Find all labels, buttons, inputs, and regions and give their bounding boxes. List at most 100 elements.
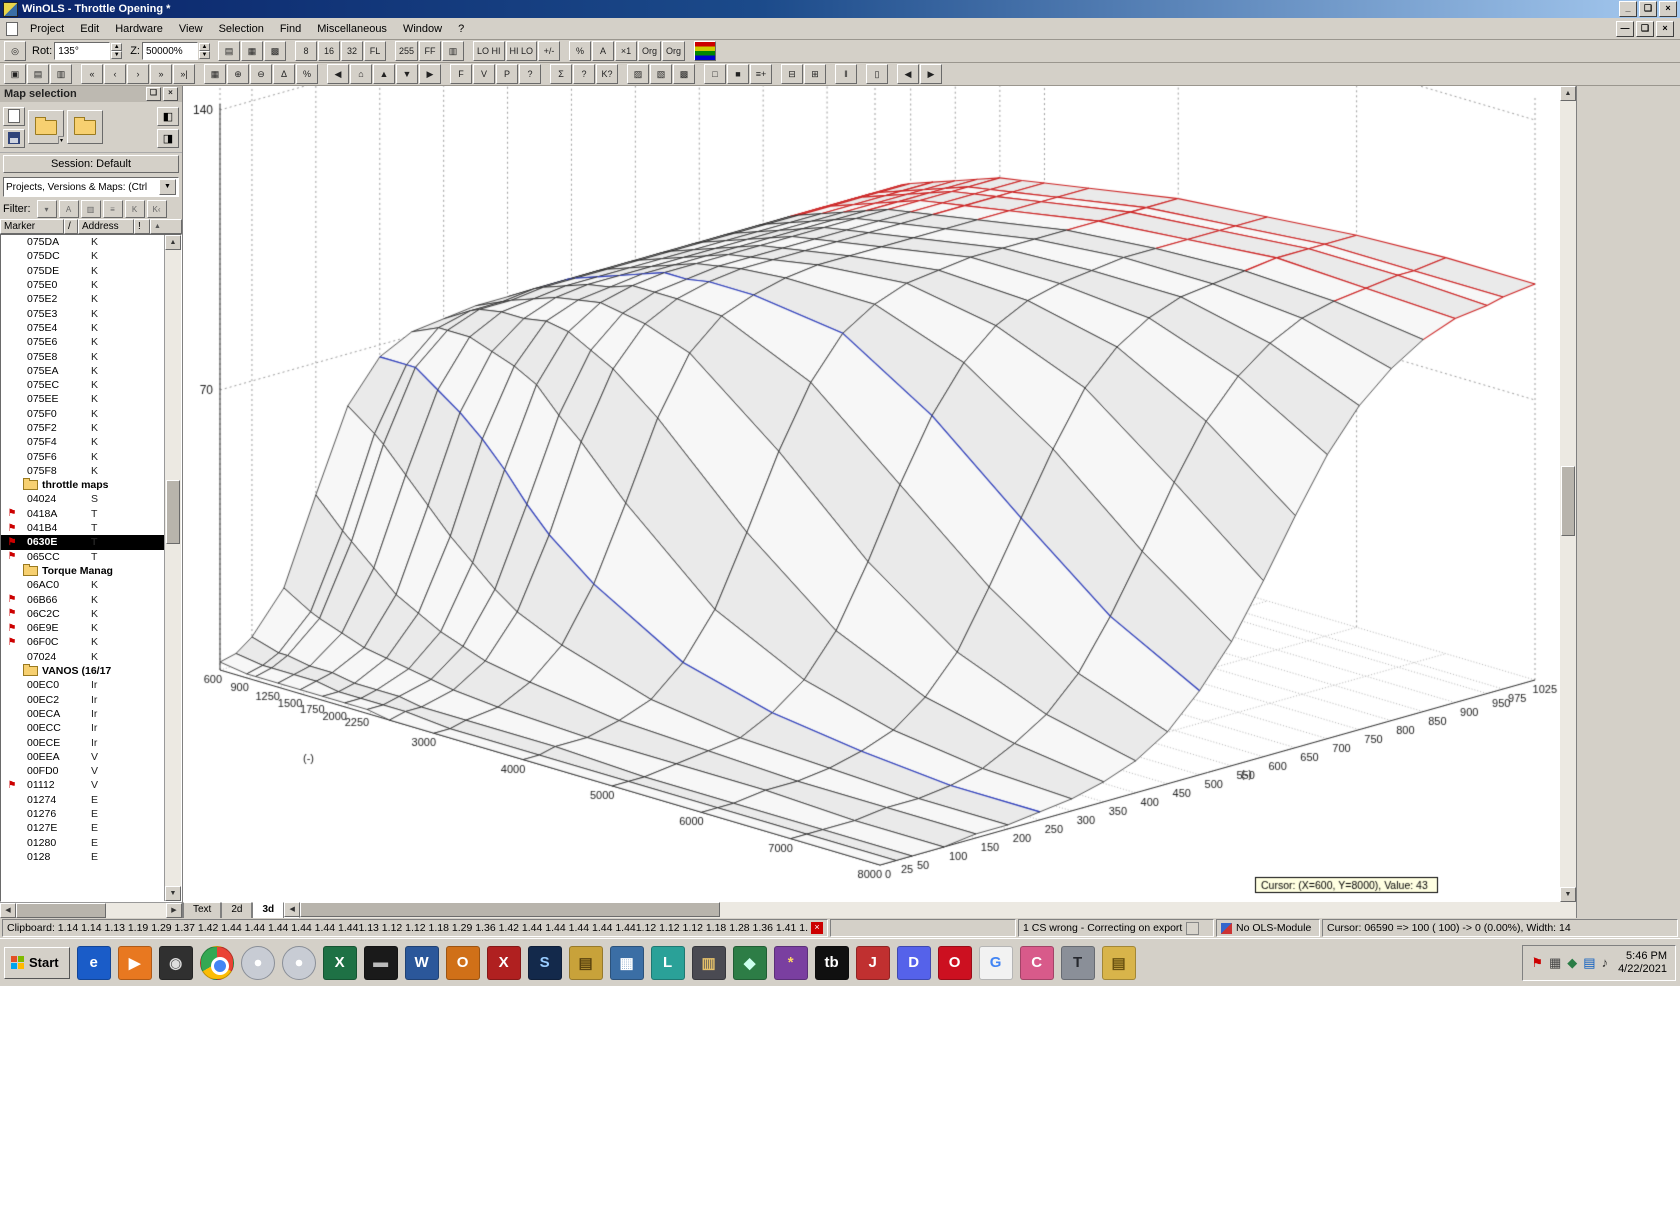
tray-icon-network-status[interactable]: ◆: [1567, 955, 1577, 971]
map-row[interactable]: 075F2 K: [1, 421, 165, 435]
taskbar-icon-folder-window[interactable]: ▤: [1101, 945, 1136, 980]
taskbar-icon-j-app[interactable]: J: [855, 945, 890, 980]
close-button[interactable]: ×: [1659, 1, 1677, 17]
tray-icon-update-status[interactable]: ▤: [1583, 955, 1595, 971]
list-hscroll-thumb[interactable]: [16, 903, 106, 918]
nav-end-button[interactable]: »|: [173, 64, 195, 84]
scroll-right-icon[interactable]: ▶: [166, 903, 182, 918]
zoom-in-button[interactable]: ⊕: [227, 64, 249, 84]
nav-next-button[interactable]: ›: [127, 64, 149, 84]
signed-values-button[interactable]: +/-: [538, 41, 561, 61]
map-row[interactable]: 075F8 K: [1, 464, 165, 478]
map-row[interactable]: 01280 E: [1, 835, 165, 849]
taskbar-icon-chrome[interactable]: [199, 945, 234, 980]
view-3d-button[interactable]: ▩: [263, 41, 286, 61]
menu-find[interactable]: Find: [272, 20, 309, 38]
show-values-button[interactable]: V: [473, 64, 495, 84]
minimize-button[interactable]: _: [1619, 1, 1637, 17]
map-row[interactable]: 075DA K: [1, 235, 165, 249]
tray-icon-flag-status[interactable]: ⚑: [1531, 955, 1543, 971]
chevron-down-icon[interactable]: ▼: [159, 179, 176, 195]
filter-text-button[interactable]: A: [58, 200, 79, 218]
color-scale-button[interactable]: [694, 41, 717, 61]
scope-combobox[interactable]: Projects, Versions & Maps: (Ctrl ▼: [3, 177, 179, 197]
folder-row[interactable]: VANOS (16/17: [1, 664, 165, 678]
checksum-button[interactable]: Σ: [550, 64, 572, 84]
differences-button[interactable]: Δ: [273, 64, 295, 84]
map-row[interactable]: ⚑ 06B66 K: [1, 592, 165, 606]
map-row[interactable]: ⚑ 065CC T: [1, 550, 165, 564]
map-row[interactable]: ⚑ 01112 V: [1, 778, 165, 792]
menu-project[interactable]: Project: [22, 20, 72, 38]
next-window-button[interactable]: ▶: [920, 64, 942, 84]
map-hscroll-thumb[interactable]: [300, 902, 721, 917]
display-hex-button[interactable]: FF: [419, 41, 441, 61]
display-decimal-button[interactable]: 255: [394, 41, 418, 61]
map-row[interactable]: 075F0 K: [1, 407, 165, 421]
list-scroll-thumb[interactable]: [166, 480, 180, 544]
taskbar-icon-cad-3d[interactable]: ◆: [732, 945, 767, 980]
map-row[interactable]: 075E8 K: [1, 349, 165, 363]
taskbar-icon-cd-burner[interactable]: [240, 945, 275, 980]
sort-arrow-icon[interactable]: ▲: [150, 219, 182, 234]
column-marker[interactable]: Marker: [0, 219, 64, 234]
precision-8bit-button[interactable]: 8: [294, 41, 317, 61]
map-row[interactable]: 075EA K: [1, 364, 165, 378]
map-row[interactable]: 075E6 K: [1, 335, 165, 349]
taskbar-icon-keyboard-tool[interactable]: ▬: [363, 945, 398, 980]
panel-close-button[interactable]: ×: [163, 87, 178, 101]
map-search-button[interactable]: K?: [596, 64, 618, 84]
map-row[interactable]: 00ECE Ir: [1, 735, 165, 749]
map-row[interactable]: 04024 S: [1, 492, 165, 506]
map-row[interactable]: 075E2 K: [1, 292, 165, 306]
background-maps-button[interactable]: ▨: [627, 64, 649, 84]
map-row[interactable]: ⚑ 0630E T: [1, 535, 165, 550]
precision-32bit-button[interactable]: 32: [340, 41, 363, 61]
menu-[interactable]: ?: [450, 20, 472, 38]
taskbar-icon-wrench-tool[interactable]: T: [1060, 945, 1095, 980]
map-scroll-down-icon[interactable]: ▼: [1560, 887, 1576, 902]
map-row[interactable]: 00FD0 V: [1, 764, 165, 778]
nav-previous-button[interactable]: ‹: [104, 64, 126, 84]
map-row[interactable]: 00EC0 Ir: [1, 678, 165, 692]
map-row[interactable]: 0127E E: [1, 821, 165, 835]
map-row[interactable]: 00EEA V: [1, 750, 165, 764]
map-3d-view-button[interactable]: ■: [727, 64, 749, 84]
map-row[interactable]: 075EC K: [1, 378, 165, 392]
ascii-view-button[interactable]: A: [592, 41, 615, 61]
taskbar-icon-eprom-programmer[interactable]: ▥: [691, 945, 726, 980]
menu-miscellaneous[interactable]: Miscellaneous: [309, 20, 395, 38]
new-version-button[interactable]: [3, 106, 25, 126]
folder-row[interactable]: throttle maps: [1, 478, 165, 492]
map-row[interactable]: 075EE K: [1, 392, 165, 406]
taskbar-icon-cd-burner-2[interactable]: [281, 945, 316, 980]
dock-left-button[interactable]: ◧: [157, 106, 179, 126]
rotation-stepper[interactable]: ▲ ▼: [111, 43, 123, 59]
map-row[interactable]: 075E0 K: [1, 278, 165, 292]
taskbar-icon-media-player[interactable]: ▶: [117, 945, 152, 980]
map-row[interactable]: 06AC0 K: [1, 578, 165, 592]
mdi-minimize-button[interactable]: —: [1616, 20, 1634, 37]
filter-maps-back-button[interactable]: K‹: [146, 200, 167, 218]
child-system-menu-icon[interactable]: [6, 21, 18, 36]
insert-map-button[interactable]: ≡+: [750, 64, 772, 84]
folder-row[interactable]: Torque Manag: [1, 563, 165, 578]
precision-float-button[interactable]: FL: [363, 41, 386, 61]
taskbar-icon-x-utility[interactable]: X: [486, 945, 521, 980]
menu-selection[interactable]: Selection: [211, 20, 272, 38]
list-vertical-scrollbar[interactable]: ▲ ▼: [164, 235, 181, 901]
filter-columns-button[interactable]: ▥: [80, 200, 101, 218]
clipboard-clear-icon[interactable]: ×: [811, 922, 823, 934]
column-slash[interactable]: /: [64, 219, 78, 234]
filter-dropdown-button[interactable]: ▾: [36, 200, 57, 218]
column-warn[interactable]: !: [134, 219, 150, 234]
map-row[interactable]: 075E3 K: [1, 306, 165, 320]
taskbar-icon-google-app[interactable]: G: [978, 945, 1013, 980]
tray-icon-volume[interactable]: ♪: [1602, 955, 1609, 970]
percent-view-button[interactable]: %: [569, 41, 592, 61]
taskbar-icon-outlook[interactable]: O: [445, 945, 480, 980]
pause-window-button[interactable]: ‖: [835, 64, 857, 84]
menu-edit[interactable]: Edit: [72, 20, 107, 38]
map-row[interactable]: 01276 E: [1, 807, 165, 821]
map-3d-canvas[interactable]: [183, 86, 1560, 902]
